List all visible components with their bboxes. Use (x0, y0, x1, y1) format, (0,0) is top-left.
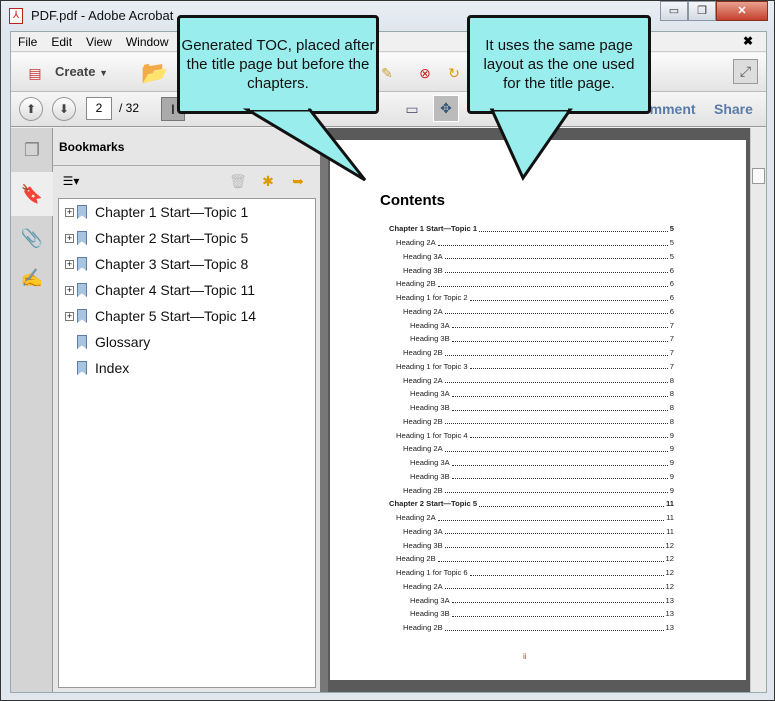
callout-toc-tail (242, 104, 573, 182)
